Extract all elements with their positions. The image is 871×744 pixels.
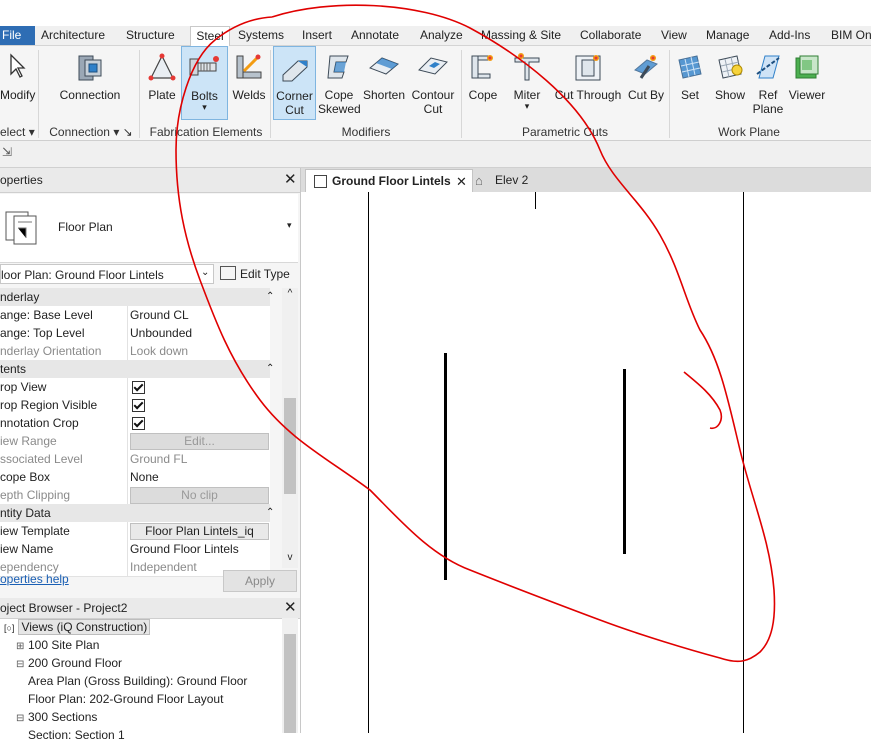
red-freehand-annotation <box>175 4 776 663</box>
